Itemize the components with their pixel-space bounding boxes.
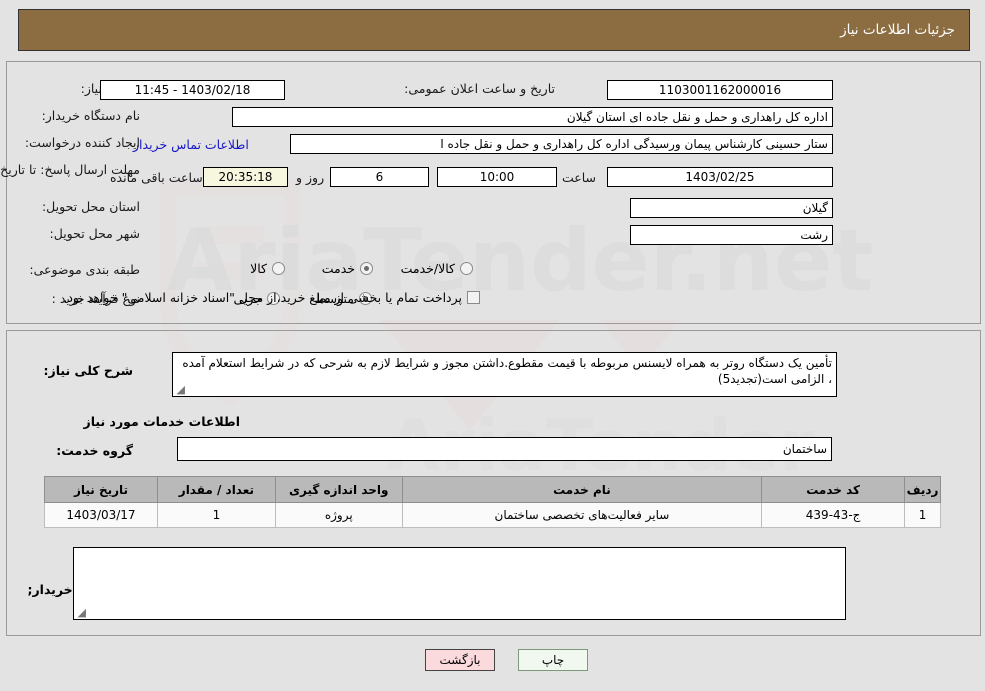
deadline-time-value: 10:00 — [437, 167, 557, 187]
buyer-contact-link[interactable]: اطلاعات تماس خریدار — [133, 137, 249, 152]
province-label: استان محل تحویل: — [41, 199, 140, 214]
general-desc-label: شرح کلی نیاز: — [43, 363, 133, 378]
category-option-label-1: خدمت — [321, 261, 355, 276]
announce-value: 1403/02/18 - 11:45 — [100, 80, 285, 100]
city-label: شهر محل تحویل: — [49, 226, 140, 241]
buyer-org-label-row: نام دستگاه خریدار: — [42, 108, 140, 123]
announce-label-row: تاریخ و ساعت اعلان عمومی: — [404, 81, 555, 96]
col-quantity: تعداد / مقدار — [156, 476, 276, 503]
treasury-bond-text: پرداخت تمام یا بخشی از مبلغ خرید،از محل … — [63, 290, 462, 305]
category-radio-1[interactable] — [360, 262, 373, 275]
category-option-1[interactable]: خدمت — [317, 261, 373, 276]
resize-grip-icon-notes[interactable]: ◢ — [76, 607, 86, 618]
general-desc-value: تأمین یک دستگاه روتر به همراه لایسنس مرب… — [182, 356, 832, 386]
treasury-bond-checkbox[interactable] — [467, 291, 480, 304]
requester-label: ایجاد کننده درخواست: — [24, 135, 140, 150]
category-radio-0[interactable] — [272, 262, 285, 275]
general-desc-textarea[interactable]: تأمین یک دستگاه روتر به همراه لایسنس مرب… — [172, 352, 837, 397]
deadline-days-label: روز و — [296, 170, 325, 185]
province-value: گیلان — [630, 198, 833, 218]
category-radio-2[interactable] — [460, 262, 473, 275]
buyer-org-label: نام دستگاه خریدار: — [41, 108, 140, 123]
page-root: AriaTender.net AriaTender جزئیات اطلاعات… — [0, 0, 985, 691]
need-number-value: 1103001162000016 — [607, 80, 833, 100]
city-label-row: شهر محل تحویل: — [50, 226, 140, 241]
requester-label-row: ایجاد کننده درخواست: — [25, 135, 140, 150]
deadline-remaining-label: ساعت باقی مانده — [110, 170, 203, 185]
buyer-notes-textarea[interactable]: ◢ — [73, 547, 846, 620]
category-option-2[interactable]: کالا/خدمت — [396, 261, 473, 276]
cell-quantity: 1 — [156, 502, 276, 528]
deadline-date-value: 1403/02/25 — [607, 167, 833, 187]
col-service-name: نام خدمت — [401, 476, 763, 503]
col-service-code: کد خدمت — [761, 476, 906, 503]
service-group-value[interactable]: ساختمان — [177, 437, 832, 461]
col-unit: واحد اندازه گیری — [274, 476, 403, 503]
back-button[interactable]: بازگشت — [425, 649, 495, 671]
deadline-time-label: ساعت — [562, 170, 597, 185]
deadline-days-value: 6 — [330, 167, 429, 187]
cell-service-code: ج-43-439 — [761, 502, 906, 528]
cell-service-name: سایر فعالیت‌های تخصصی ساختمان — [401, 502, 763, 528]
page-header: جزئیات اطلاعات نیاز — [18, 9, 970, 51]
table-header-row: ردیف کد خدمت نام خدمت واحد اندازه گیری ت… — [44, 476, 941, 503]
category-option-label-0: کالا — [250, 261, 267, 276]
announce-label: تاریخ و ساعت اعلان عمومی: — [404, 81, 555, 96]
table-row: 1 ج-43-439 سایر فعالیت‌های تخصصی ساختمان… — [44, 502, 941, 528]
service-group-label: گروه خدمت: — [56, 443, 133, 458]
category-label: طبقه بندی موضوعی: — [29, 262, 140, 277]
col-row-no: ردیف — [904, 476, 941, 503]
buyer-org-value: اداره کل راهداری و حمل و نقل جاده ای است… — [232, 107, 833, 127]
city-value: رشت — [630, 225, 833, 245]
services-section-title: اطلاعات خدمات مورد نیاز — [83, 414, 241, 429]
category-label-row: طبقه بندی موضوعی: — [29, 262, 140, 277]
category-option-label-2: کالا/خدمت — [400, 261, 455, 276]
resize-grip-icon[interactable]: ◢ — [175, 384, 185, 395]
treasury-bond-option[interactable]: پرداخت تمام یا بخشی از مبلغ خرید،از محل … — [58, 290, 480, 305]
print-button[interactable]: چاپ — [518, 649, 588, 671]
page-title: جزئیات اطلاعات نیاز — [840, 22, 955, 38]
province-label-row: استان محل تحویل: — [42, 199, 140, 214]
cell-need-date: 1403/03/17 — [44, 502, 158, 528]
services-table: ردیف کد خدمت نام خدمت واحد اندازه گیری ت… — [44, 476, 941, 528]
cell-row-no: 1 — [904, 502, 941, 528]
cell-unit: پروژه — [274, 502, 403, 528]
requester-value: ستار حسینی کارشناس پیمان ورسیدگی اداره ک… — [290, 134, 833, 154]
col-need-date: تاریخ نیاز — [44, 476, 158, 503]
deadline-countdown-value: 20:35:18 — [203, 167, 288, 187]
need-info-panel — [6, 61, 981, 324]
category-option-0[interactable]: کالا — [245, 261, 285, 276]
